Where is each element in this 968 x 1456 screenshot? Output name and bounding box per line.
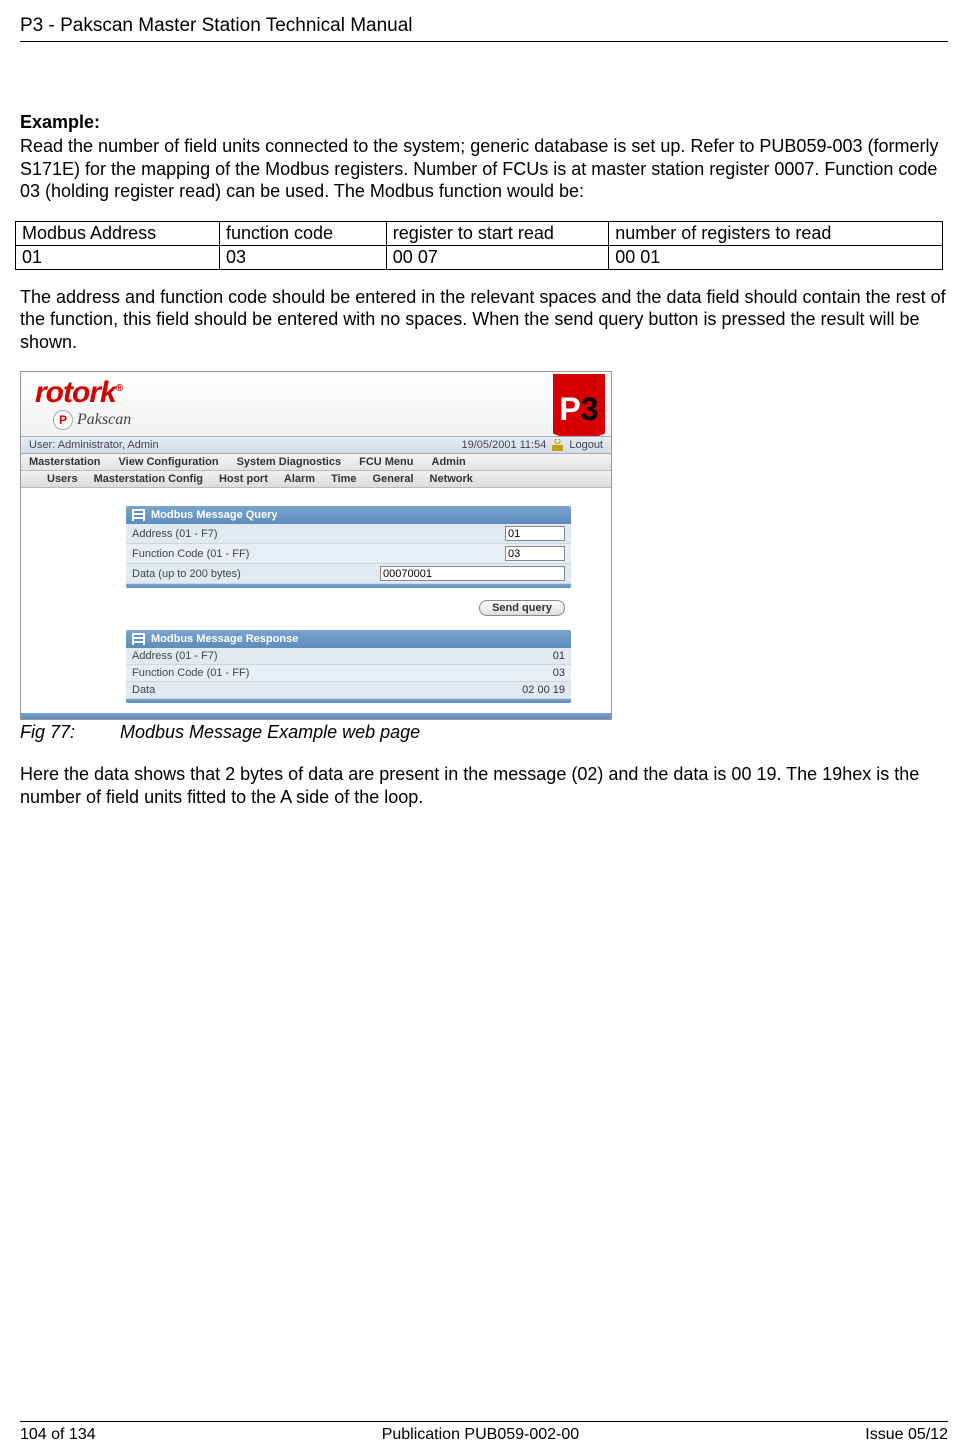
query-function-input[interactable] xyxy=(505,546,565,561)
publication-id: Publication PUB059-002-00 xyxy=(382,1426,579,1444)
banner: rotork® PPakscan P3 xyxy=(21,372,611,436)
submenu-general[interactable]: General xyxy=(373,473,414,485)
response-address-label: Address (01 - F7) xyxy=(132,650,218,662)
submenu-alarm[interactable]: Alarm xyxy=(284,473,315,485)
panel-icon xyxy=(132,633,145,645)
menu-fcu[interactable]: FCU Menu xyxy=(359,456,413,468)
table-header-row: Modbus Address function code register to… xyxy=(16,221,943,245)
pakscan-logo: PPakscan xyxy=(53,410,131,430)
sub-menu: Users Masterstation Config Host port Ala… xyxy=(21,471,611,488)
response-row-address: Address (01 - F7) 01 xyxy=(126,648,571,665)
screenshot-footer-bar xyxy=(21,713,611,719)
td-register-count: 00 01 xyxy=(609,245,943,269)
issue-id: Issue 05/12 xyxy=(865,1426,948,1444)
user-label: User: Administrator, Admin xyxy=(29,439,159,451)
response-data-label: Data xyxy=(132,684,155,696)
page-header: P3 - Pakscan Master Station Technical Ma… xyxy=(20,15,948,42)
example-paragraph-3: Here the data shows that 2 bytes of data… xyxy=(20,763,948,808)
td-address: 01 xyxy=(16,245,220,269)
user-bar: User: Administrator, Admin 19/05/2001 11… xyxy=(21,436,611,454)
datetime-label: 19/05/2001 11:54 xyxy=(462,439,547,451)
response-data-value: 02 00 19 xyxy=(522,684,565,696)
logout-link[interactable]: Logout xyxy=(569,439,603,451)
main-menu: Masterstation View Configuration System … xyxy=(21,454,611,471)
send-row: Send query xyxy=(126,590,571,630)
example-paragraph-2: The address and function code should be … xyxy=(20,286,948,354)
figure-caption: Fig 77: Modbus Message Example web page xyxy=(20,722,948,743)
panel-icon xyxy=(132,509,145,521)
td-function-code: 03 xyxy=(219,245,386,269)
page-footer: 104 of 134 Publication PUB059-002-00 Iss… xyxy=(20,1421,948,1444)
pakscan-badge-icon: P xyxy=(53,410,73,430)
submenu-network[interactable]: Network xyxy=(430,473,473,485)
td-register-start: 00 07 xyxy=(386,245,608,269)
modbus-function-table: Modbus Address function code register to… xyxy=(15,221,943,270)
menu-view-configuration[interactable]: View Configuration xyxy=(119,456,219,468)
response-address-value: 01 xyxy=(553,650,565,662)
submenu-host-port[interactable]: Host port xyxy=(219,473,268,485)
rotork-logo: rotork® xyxy=(35,376,122,410)
query-data-label: Data (up to 200 bytes) xyxy=(132,568,241,580)
example-paragraph-1: Read the number of field units connected… xyxy=(20,135,948,203)
response-function-label: Function Code (01 - FF) xyxy=(132,667,249,679)
query-address-label: Address (01 - F7) xyxy=(132,528,218,540)
lock-icon xyxy=(552,439,563,451)
response-function-value: 03 xyxy=(553,667,565,679)
page-number: 104 of 134 xyxy=(20,1426,96,1444)
embedded-screenshot: rotork® PPakscan P3 User: Administrator,… xyxy=(20,371,612,720)
query-row-data: Data (up to 200 bytes) xyxy=(126,564,571,584)
query-row-function: Function Code (01 - FF) xyxy=(126,544,571,564)
response-panel-title: Modbus Message Response xyxy=(151,633,298,645)
response-panel-footer xyxy=(126,699,571,703)
menu-system-diagnostics[interactable]: System Diagnostics xyxy=(237,456,342,468)
query-data-input[interactable] xyxy=(380,566,565,581)
query-row-address: Address (01 - F7) xyxy=(126,524,571,544)
th-register-count: number of registers to read xyxy=(609,221,943,245)
query-address-input[interactable] xyxy=(505,526,565,541)
query-panel-footer xyxy=(126,584,571,588)
th-register-start: register to start read xyxy=(386,221,608,245)
th-function-code: function code xyxy=(219,221,386,245)
figure-title: Modbus Message Example web page xyxy=(120,722,420,742)
submenu-masterstation-config[interactable]: Masterstation Config xyxy=(94,473,203,485)
menu-admin[interactable]: Admin xyxy=(432,456,466,468)
query-panel-title: Modbus Message Query xyxy=(151,509,278,521)
submenu-time[interactable]: Time xyxy=(331,473,356,485)
p3-logo: P3 xyxy=(553,374,605,436)
response-panel-header: Modbus Message Response xyxy=(126,630,571,648)
th-address: Modbus Address xyxy=(16,221,220,245)
screenshot-body: Modbus Message Query Address (01 - F7) F… xyxy=(21,488,611,719)
response-row-data: Data 02 00 19 xyxy=(126,682,571,699)
response-row-function: Function Code (01 - FF) 03 xyxy=(126,665,571,682)
send-query-button[interactable]: Send query xyxy=(479,600,565,616)
submenu-users[interactable]: Users xyxy=(47,473,78,485)
example-heading: Example: xyxy=(20,112,948,133)
query-function-label: Function Code (01 - FF) xyxy=(132,548,249,560)
table-row: 01 03 00 07 00 01 xyxy=(16,245,943,269)
menu-masterstation[interactable]: Masterstation xyxy=(29,456,101,468)
figure-number: Fig 77: xyxy=(20,722,115,743)
query-panel-header: Modbus Message Query xyxy=(126,506,571,524)
